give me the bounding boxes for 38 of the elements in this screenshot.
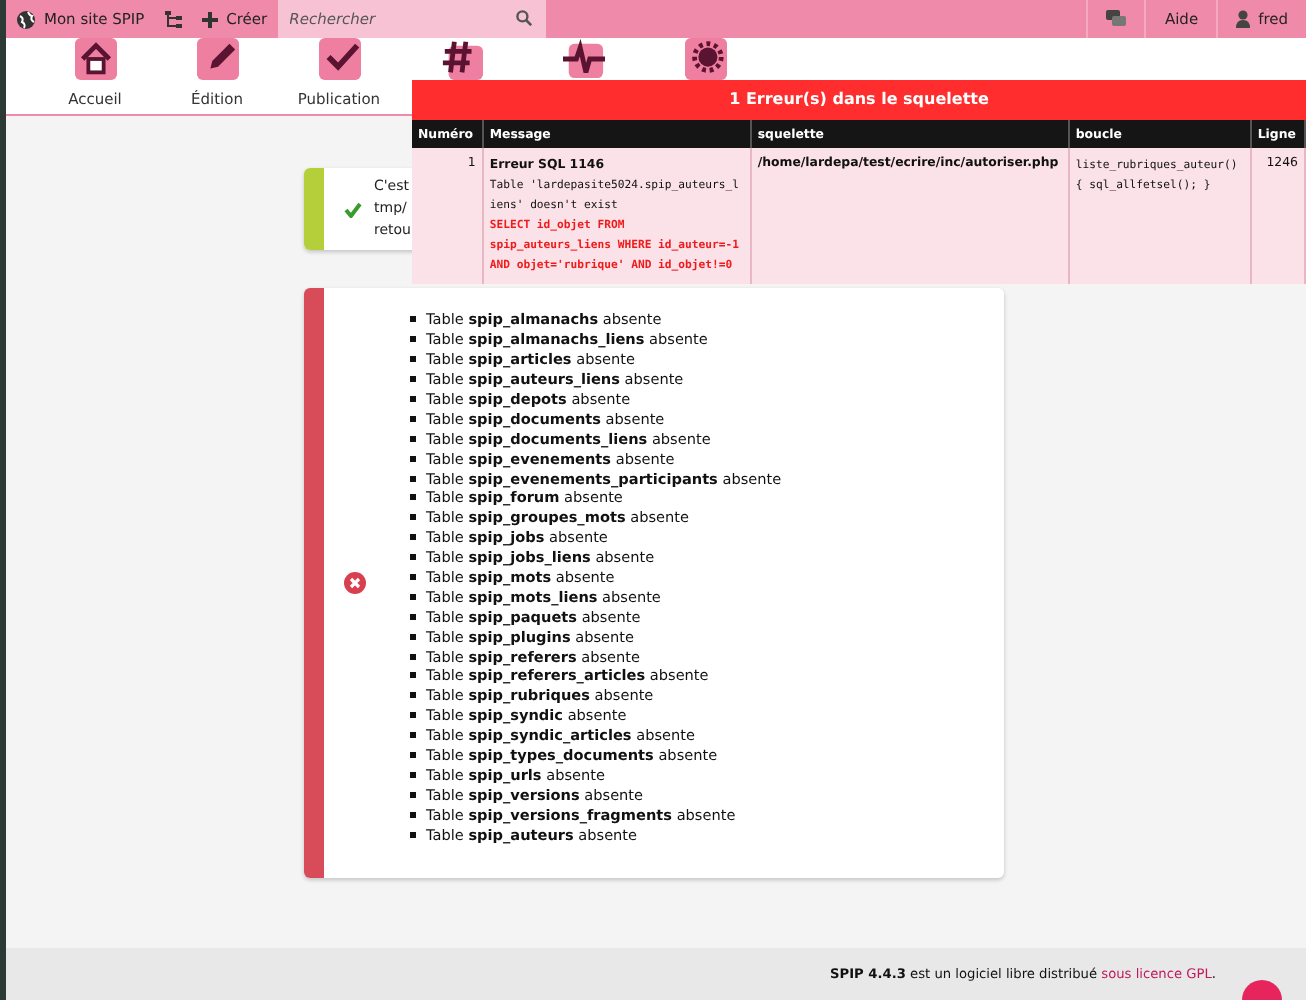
bullet-icon (410, 712, 416, 719)
debug-title: 1 Erreur(s) dans le squelette (412, 80, 1306, 120)
bullet-icon (410, 514, 416, 521)
user-icon (1236, 10, 1251, 28)
bullet-icon (410, 574, 416, 581)
bullet-icon (410, 396, 416, 402)
bullet-icon (410, 692, 416, 699)
accent-stripe (304, 168, 324, 250)
plus-icon (202, 11, 219, 27)
bullet-icon (410, 455, 416, 462)
bullet-icon (410, 633, 416, 640)
search-icon (515, 10, 532, 26)
bullet-icon (410, 811, 416, 818)
globe-icon (16, 9, 36, 29)
bullet-icon (410, 653, 416, 660)
bullet-icon (410, 376, 416, 383)
bullet-icon (410, 752, 416, 759)
bullet-icon (410, 791, 416, 798)
bullet-icon (410, 593, 416, 600)
speech-bubbles-icon (1106, 10, 1127, 28)
bullet-icon (410, 831, 416, 838)
spip-logo-icon (1242, 976, 1282, 1000)
bullet-icon (410, 732, 416, 739)
bullet-icon (410, 554, 416, 561)
bullet-icon (410, 435, 416, 442)
bullet-icon (410, 613, 416, 620)
bullet-icon (410, 771, 416, 778)
bullet-icon (410, 316, 416, 323)
sitemap-icon (164, 9, 183, 29)
checkmark-icon (344, 201, 362, 217)
bullet-icon (410, 494, 416, 501)
bullet-icon (410, 336, 416, 343)
bullet-icon (410, 475, 416, 482)
bullet-icon (410, 415, 416, 422)
bullet-icon (410, 534, 416, 541)
bullet-icon (410, 672, 416, 679)
error-icon (344, 572, 366, 594)
bullet-icon (410, 356, 416, 363)
